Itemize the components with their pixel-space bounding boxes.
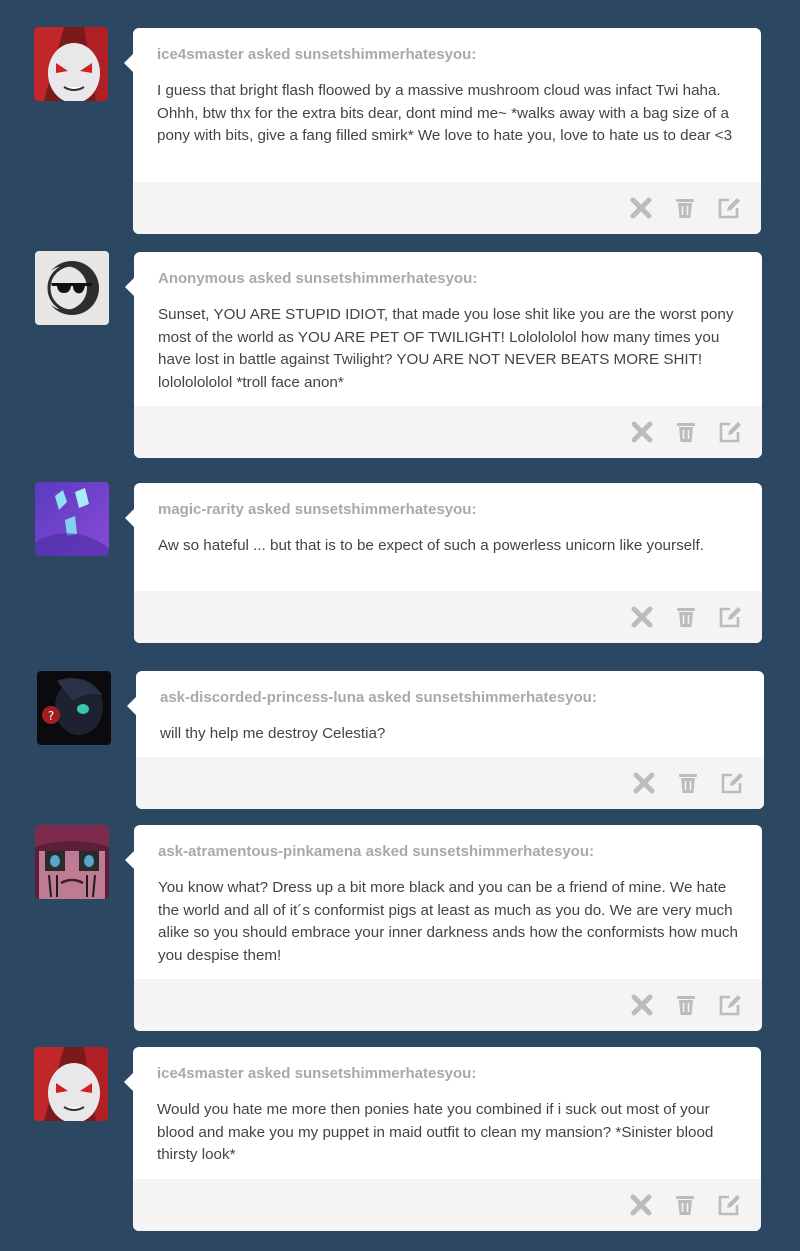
question-card: ice4smaster asked sunsetshimmerhatesyou:… bbox=[124, 1047, 761, 1231]
asker-name[interactable]: ice4smaster asked sunsetshimmerhatesyou: bbox=[157, 46, 476, 63]
delete-x-icon[interactable] bbox=[630, 605, 654, 629]
delete-x-icon[interactable] bbox=[632, 771, 656, 795]
edit-icon[interactable] bbox=[718, 420, 742, 444]
asker-name[interactable]: Anonymous asked sunsetshimmerhatesyou: bbox=[158, 270, 477, 287]
trash-icon[interactable] bbox=[674, 993, 698, 1017]
trash-icon[interactable] bbox=[673, 1193, 697, 1217]
question-text: I guess that bright flash floowed by a m… bbox=[157, 82, 733, 144]
question-card: ice4smaster asked sunsetshimmerhatesyou:… bbox=[124, 28, 761, 234]
edit-icon[interactable] bbox=[718, 993, 742, 1017]
asker-name[interactable]: ask-atramentous-pinkamena asked sunsetsh… bbox=[158, 843, 594, 860]
question-text: You know what? Dress up a bit more black… bbox=[158, 879, 738, 964]
post-footer bbox=[134, 406, 762, 458]
trash-icon[interactable] bbox=[674, 420, 698, 444]
trash-icon[interactable] bbox=[674, 605, 698, 629]
dark-luna-avatar[interactable]: ? bbox=[37, 671, 111, 745]
post-footer bbox=[133, 182, 761, 234]
asker-name[interactable]: ice4smaster asked sunsetshimmerhatesyou: bbox=[157, 1065, 476, 1082]
svg-text:?: ? bbox=[48, 709, 54, 723]
rarity-gems-avatar[interactable] bbox=[35, 482, 109, 556]
pinkamena-avatar[interactable] bbox=[35, 825, 109, 899]
question-text: Sunset, YOU ARE STUPID IDIOT, that made … bbox=[158, 306, 734, 391]
edit-icon[interactable] bbox=[717, 1193, 741, 1217]
post-footer bbox=[136, 757, 764, 809]
question-card: Anonymous asked sunsetshimmerhatesyou: S… bbox=[125, 252, 762, 458]
delete-x-icon[interactable] bbox=[630, 420, 654, 444]
asker-name[interactable]: ask-discorded-princess-luna asked sunset… bbox=[160, 689, 597, 706]
trash-icon[interactable] bbox=[676, 771, 700, 795]
edit-icon[interactable] bbox=[718, 605, 742, 629]
edit-icon[interactable] bbox=[717, 196, 741, 220]
red-eyed-pony-avatar[interactable] bbox=[34, 1047, 108, 1121]
delete-x-icon[interactable] bbox=[630, 993, 654, 1017]
edit-icon[interactable] bbox=[720, 771, 744, 795]
question-text: will thy help me destroy Celestia? bbox=[160, 725, 386, 742]
delete-x-icon[interactable] bbox=[629, 196, 653, 220]
question-card: ask-atramentous-pinkamena asked sunsetsh… bbox=[125, 825, 762, 1031]
post-footer bbox=[133, 1179, 761, 1231]
post-footer bbox=[134, 591, 762, 643]
question-text: Would you hate me more then ponies hate … bbox=[157, 1101, 714, 1163]
red-eyed-pony-avatar[interactable] bbox=[34, 27, 108, 101]
trash-icon[interactable] bbox=[673, 196, 697, 220]
delete-x-icon[interactable] bbox=[629, 1193, 653, 1217]
question-card: ask-discorded-princess-luna asked sunset… bbox=[127, 671, 764, 809]
asker-name[interactable]: magic-rarity asked sunsetshimmerhatesyou… bbox=[158, 501, 476, 518]
question-text: Aw so hateful ... but that is to be expe… bbox=[158, 537, 704, 554]
anonymous-sunglasses-avatar[interactable] bbox=[35, 251, 109, 325]
question-card: magic-rarity asked sunsetshimmerhatesyou… bbox=[125, 483, 762, 643]
post-footer bbox=[134, 979, 762, 1031]
